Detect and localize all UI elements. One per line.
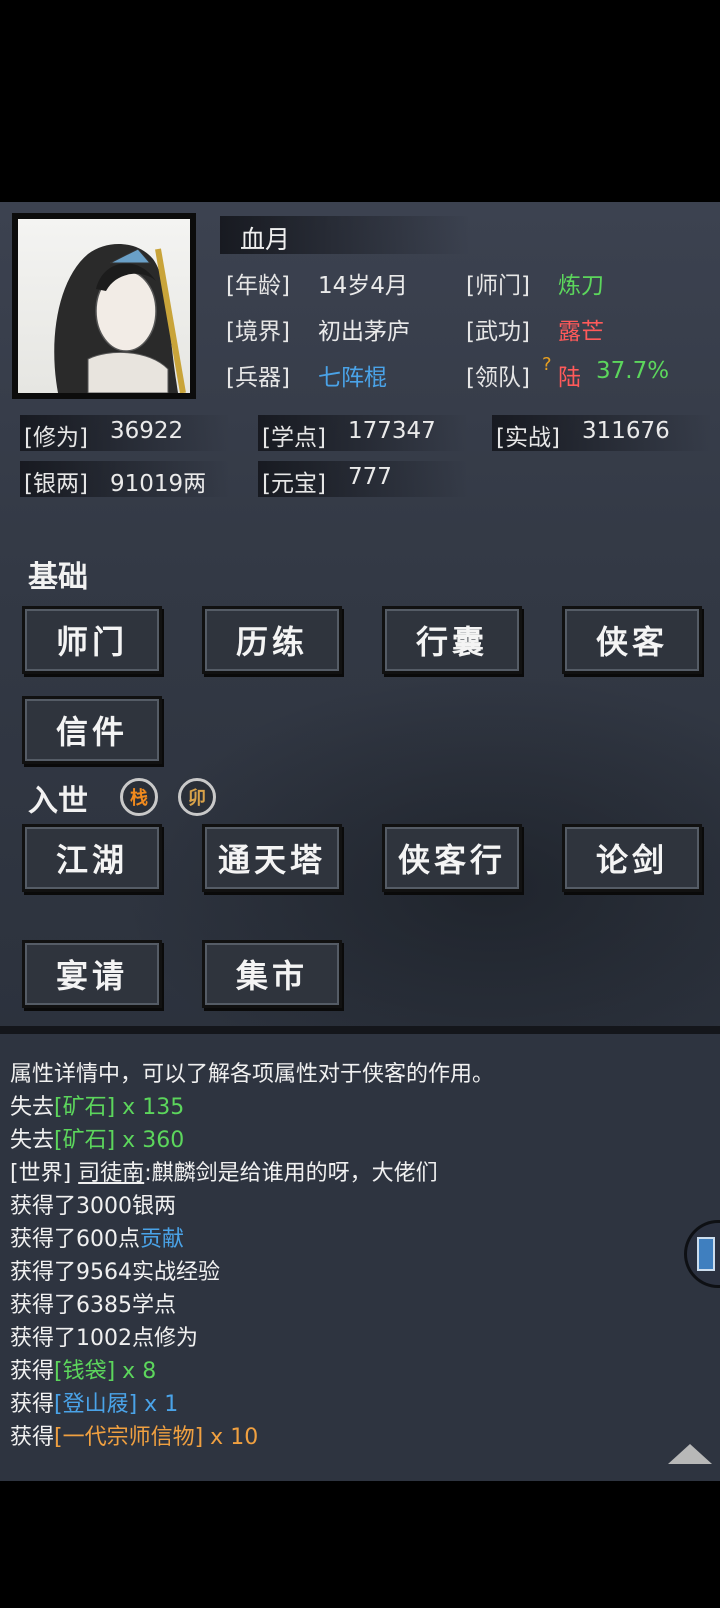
age-value: 14岁4月 xyxy=(318,273,408,299)
contribution-link[interactable]: 贡献 xyxy=(140,1227,184,1252)
combat-label: [实战] xyxy=(496,425,560,451)
log-line: 获得了1002点修为 xyxy=(10,1326,198,1351)
section-title-world: 入世 xyxy=(28,784,88,819)
weapon-value[interactable]: 七阵棍 xyxy=(318,358,387,392)
jianghu-button[interactable]: 江湖 xyxy=(22,824,162,892)
log-line: 失去[矿石] x 135 xyxy=(10,1095,185,1120)
log-line: 获得了9564实战经验 xyxy=(10,1260,220,1285)
item-link[interactable]: [一代宗师信物] xyxy=(54,1425,203,1450)
yuanbao-label: [元宝] xyxy=(262,471,326,497)
skill-label: [武功] xyxy=(466,319,530,345)
log-line: 获得了3000银两 xyxy=(10,1194,176,1219)
log-line: 获得了600点贡献 xyxy=(10,1227,185,1252)
character-panel: 血月 [年龄] 14岁4月 [师门] 炼刀 [境界] 初出茅庐 [武功] 露芒 … xyxy=(0,202,720,1034)
banquet-button[interactable]: 宴请 xyxy=(22,940,162,1008)
item-link[interactable]: [矿石] xyxy=(54,1128,115,1153)
cultivation-label: [修为] xyxy=(24,425,88,451)
tower-button[interactable]: 通天塔 xyxy=(202,824,342,892)
character-portrait[interactable] xyxy=(12,213,196,399)
log-line: 获得[一代宗师信物] x 10 xyxy=(10,1425,259,1450)
log-line: 获得[钱袋] x 8 xyxy=(10,1359,157,1384)
yuanbao-value: 777 xyxy=(348,464,392,490)
item-link[interactable]: [登山屐] xyxy=(54,1392,137,1417)
silver-label: [银两] xyxy=(24,471,88,497)
market-button[interactable]: 集市 xyxy=(202,940,342,1008)
item-link[interactable]: [钱袋] xyxy=(54,1359,115,1384)
sect-value[interactable]: 炼刀 xyxy=(558,266,604,300)
skill-value[interactable]: 露芒 xyxy=(558,312,604,346)
panel-divider xyxy=(0,1026,720,1034)
study-value: 177347 xyxy=(348,418,436,444)
player-link[interactable]: 司徒南 xyxy=(78,1161,144,1186)
hero-journey-button[interactable]: 侠客行 xyxy=(382,824,522,892)
portrait-image xyxy=(18,219,190,394)
character-name: 血月 xyxy=(240,225,291,254)
time-seal-icon[interactable]: 卯 xyxy=(178,778,216,816)
inventory-button[interactable]: 行囊 xyxy=(382,606,522,674)
age-label: [年龄] xyxy=(226,273,290,299)
realm-label: [境界] xyxy=(226,319,290,345)
duel-button[interactable]: 论剑 xyxy=(562,824,702,892)
log-line: 获得了6385学点 xyxy=(10,1293,176,1318)
training-button[interactable]: 历练 xyxy=(202,606,342,674)
weapon-label: [兵器] xyxy=(226,365,290,391)
log-line: 属性详情中，可以了解各项属性对于侠客的作用。 xyxy=(10,1062,495,1087)
study-label: [学点] xyxy=(262,425,326,451)
combat-value: 311676 xyxy=(582,418,670,444)
section-title-basic: 基础 xyxy=(28,560,88,595)
mail-button[interactable]: 信件 xyxy=(22,696,162,764)
team-label: [领队] xyxy=(466,365,530,391)
team-percent: 37.7% xyxy=(596,358,670,384)
message-log[interactable]: 属性详情中，可以了解各项属性对于侠客的作用。 失去[矿石] x 135 失去[矿… xyxy=(0,1034,720,1481)
item-link[interactable]: [矿石] xyxy=(54,1095,115,1120)
silver-value: 91019两 xyxy=(110,471,207,497)
heroes-button[interactable]: 侠客 xyxy=(562,606,702,674)
sect-button[interactable]: 师门 xyxy=(22,606,162,674)
log-line: 获得[登山屐] x 1 xyxy=(10,1392,179,1417)
team-help-icon[interactable]: ? xyxy=(542,354,552,375)
log-line: [世界] 司徒南:麒麟剑是给谁用的呀，大佬们 xyxy=(10,1161,438,1186)
realm-value: 初出茅庐 xyxy=(318,319,410,345)
cultivation-value: 36922 xyxy=(110,418,184,444)
scroll-up-icon[interactable] xyxy=(668,1444,712,1464)
sect-label: [师门] xyxy=(466,273,530,299)
portrait-illustration xyxy=(54,243,186,394)
inn-seal-icon[interactable]: 栈 xyxy=(120,778,158,816)
log-line: 失去[矿石] x 360 xyxy=(10,1128,185,1153)
team-name[interactable]: 陆 xyxy=(558,358,581,392)
